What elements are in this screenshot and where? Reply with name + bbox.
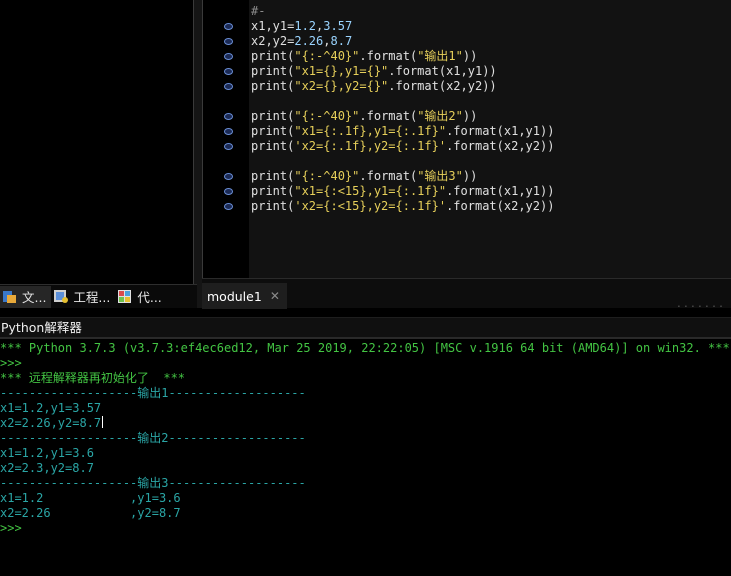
console-line: x1=1.2,y1=3.6 [0,446,94,460]
project-icon [53,289,69,304]
close-icon[interactable]: ✕ [270,289,280,303]
console-line: x1=1.2 ,y1=3.6 [0,491,181,505]
breakpoint-marker-icon[interactable] [224,68,233,75]
code-line[interactable]: print('x2={:<15},y2={:.1f}'.format(x2,y2… [251,199,554,214]
tab-project[interactable]: 工程... [51,286,115,308]
file-browser-panel[interactable] [0,0,194,284]
console-line: *** Python 3.7.3 (v3.7.3:ef4ec6ed12, Mar… [0,341,730,355]
code-editor[interactable]: #- x1,y1=1.2,3.57 x2,y2=2.26,8.7 print("{:-… [202,0,731,278]
breakpoint-marker-icon[interactable] [224,53,233,60]
console-line: >>> [0,521,22,535]
tab-code-label: 代... [137,290,162,305]
breakpoint-marker-icon[interactable] [224,203,233,210]
breakpoint-marker-icon[interactable] [224,83,233,90]
console-line: x1=1.2,y1=3.57 [0,401,102,415]
code-line[interactable]: print("{:-^40}".format("输出2")) [251,109,477,124]
code-line[interactable]: x1,y1=1.2,3.57 [251,19,352,34]
code-icon [117,289,133,304]
code-line[interactable]: print("x1={:.1f},y1={:.1f}".format(x1,y1… [251,124,554,139]
left-panel-tabs: 文... 工程... 代... [0,284,197,308]
console-line: -------------------输出3------------------… [0,476,306,490]
console-line: x2=2.3,y2=8.7 [0,461,94,475]
text-cursor [102,416,104,428]
console-line: x2=2.26,y2=8.7 [0,416,104,430]
code-line[interactable]: print("x2={},y2={}".format(x2,y2)) [251,79,497,94]
code-line[interactable]: x2,y2=2.26,8.7 [251,34,352,49]
breakpoint-marker-icon[interactable] [224,173,233,180]
tab-module1-label: module1 [207,288,262,304]
editor-gutter [203,0,249,278]
drag-handle-icon[interactable]: ....... [676,299,725,310]
breakpoint-marker-icon[interactable] [224,188,233,195]
breakpoint-marker-icon[interactable] [224,113,233,120]
editor-tab-strip: module1 ✕ ....... [202,278,731,310]
code-line[interactable]: print('x2={:.1f},y2={:.1f}'.format(x2,y2… [251,139,554,154]
code-line[interactable]: print("{:-^40}".format("输出3")) [251,169,477,184]
vertical-splitter[interactable] [194,0,202,308]
tab-files-label: 文... [22,290,47,305]
interpreter-title: Python解释器 [0,317,731,337]
tab-files[interactable]: 文... [0,285,52,308]
interpreter-console[interactable]: *** Python 3.7.3 (v3.7.3:ef4ec6ed12, Mar… [0,339,731,576]
code-line[interactable]: print("{:-^40}".format("输出1")) [251,49,477,64]
breakpoint-marker-icon[interactable] [224,143,233,150]
console-line: x2=2.26 ,y2=8.7 [0,506,181,520]
code-line[interactable]: print("x1={},y1={}".format(x1,y1)) [251,64,497,79]
console-line: >>> [0,356,22,370]
breakpoint-marker-icon[interactable] [224,38,233,45]
code-line[interactable]: print("x1={:<15},y1={:.1f}".format(x1,y1… [251,184,554,199]
breakpoint-marker-icon[interactable] [224,23,233,30]
console-line: -------------------输出1------------------… [0,386,306,400]
tab-module1[interactable]: module1 ✕ [202,283,287,309]
console-line: -------------------输出2------------------… [0,431,306,445]
file-icon [2,289,18,304]
code-text-area[interactable]: #- x1,y1=1.2,3.57 x2,y2=2.26,8.7 print("{:-… [249,0,731,278]
tab-project-label: 工程... [73,290,111,305]
breakpoint-marker-icon[interactable] [224,128,233,135]
tab-code[interactable]: 代... [115,286,166,308]
code-line[interactable]: #- [251,4,265,19]
console-line: *** 远程解释器再初始化了 *** [0,371,186,385]
